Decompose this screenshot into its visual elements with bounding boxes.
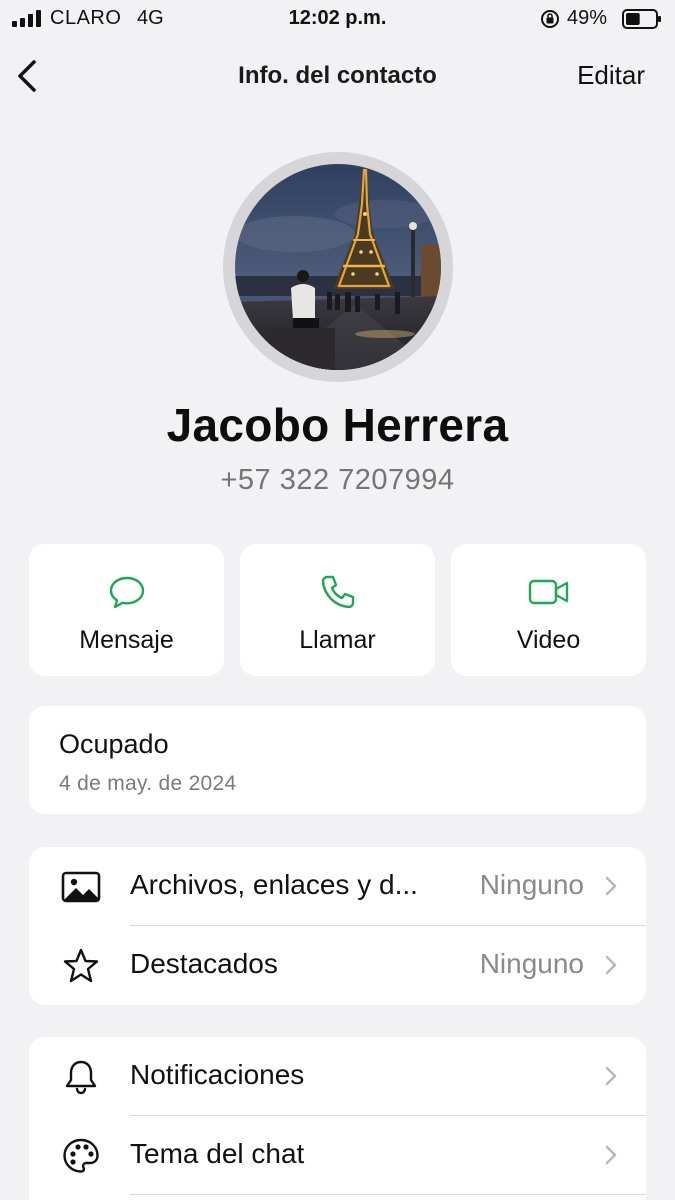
- divider: [130, 1194, 646, 1195]
- media-card: Archivos, enlaces y d... Ninguno Destaca…: [29, 847, 646, 1005]
- phone-icon: [321, 575, 354, 609]
- edit-button[interactable]: Editar: [577, 60, 645, 91]
- video-button-label: Video: [516, 626, 581, 654]
- message-button[interactable]: Mensaje: [29, 544, 224, 676]
- contact-name: Jacobo Herrera: [166, 399, 509, 451]
- photo-icon: [61, 871, 101, 903]
- chevron-right-icon: [605, 1145, 617, 1165]
- call-button[interactable]: Llamar: [240, 544, 435, 676]
- settings-card: Notificaciones Tema del chat: [29, 1037, 646, 1200]
- video-button[interactable]: Video: [451, 544, 646, 676]
- row-label: Tema del chat: [130, 1138, 305, 1169]
- page-title: Info. del contacto: [238, 62, 437, 89]
- about-date: 4 de may. de 2024: [59, 772, 237, 795]
- chevron-right-icon: [605, 1066, 617, 1086]
- chat-theme-row[interactable]: Tema del chat: [29, 1116, 646, 1195]
- row-value: Ninguno: [479, 948, 584, 979]
- about-card[interactable]: Ocupado 4 de may. de 2024: [29, 706, 646, 814]
- contact-phone: +57 322 7207994: [220, 464, 455, 496]
- video-camera-icon: [528, 579, 568, 605]
- message-button-label: Mensaje: [79, 626, 174, 654]
- call-button-label: Llamar: [299, 626, 376, 654]
- contact-info-screen: CLARO 4G 12:02 p.m. 49% Info. del contac…: [0, 0, 675, 1200]
- starred-messages-row[interactable]: Destacados Ninguno: [29, 926, 646, 1005]
- battery-icon: [622, 9, 661, 29]
- row-label: Notificaciones: [130, 1059, 305, 1090]
- nav-bar: Info. del contacto Editar: [0, 50, 675, 104]
- row-value: Ninguno: [479, 869, 584, 900]
- notifications-row[interactable]: Notificaciones: [29, 1037, 646, 1116]
- star-icon: [63, 948, 99, 983]
- row-label: Archivos, enlaces y d...: [130, 869, 418, 900]
- chevron-right-icon: [605, 955, 617, 975]
- status-bar: CLARO 4G 12:02 p.m. 49%: [0, 0, 675, 38]
- bell-icon: [65, 1060, 97, 1095]
- row-label: Destacados: [130, 948, 278, 979]
- rotation-lock-icon: [541, 10, 559, 28]
- message-bubble-icon: [109, 576, 144, 609]
- avatar[interactable]: [235, 164, 441, 370]
- palette-icon: [63, 1138, 99, 1173]
- chevron-right-icon: [605, 876, 617, 896]
- about-status: Ocupado: [59, 729, 169, 759]
- media-links-docs-row[interactable]: Archivos, enlaces y d... Ninguno: [29, 847, 646, 926]
- battery-percent: 49%: [567, 7, 608, 29]
- avatar-photo: [235, 164, 441, 370]
